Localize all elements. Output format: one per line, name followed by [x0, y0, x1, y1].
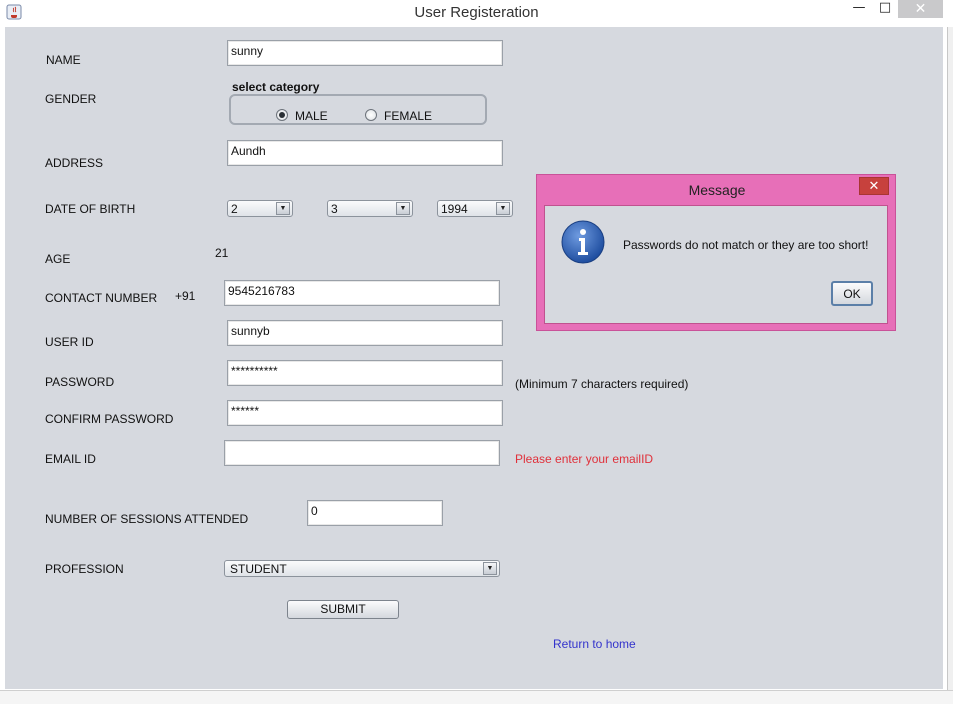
dob-day-select[interactable]: 2 ▼ [227, 200, 293, 217]
sessions-label: NUMBER OF SESSIONS ATTENDED [45, 512, 249, 526]
dialog-title: Message [688, 182, 746, 198]
profession-label: PROFESSION [45, 562, 124, 576]
chevron-down-icon: ▼ [496, 202, 510, 215]
female-label[interactable]: FEMALE [384, 109, 432, 123]
male-radio[interactable] [276, 109, 288, 121]
age-label: AGE [45, 252, 71, 266]
ok-button[interactable]: OK [831, 281, 873, 306]
bottom-window-edge [0, 690, 953, 704]
name-label: NAME [46, 53, 81, 67]
chevron-down-icon: ▼ [276, 202, 290, 215]
dialog-body: Passwords do not match or they are too s… [544, 205, 888, 324]
profession-value: STUDENT [230, 562, 287, 576]
password-hint: (Minimum 7 characters required) [515, 377, 689, 391]
contact-label: CONTACT NUMBER [45, 291, 158, 305]
dob-month-value: 3 [331, 202, 338, 216]
information-icon [561, 220, 605, 264]
name-input[interactable]: sunny [227, 40, 503, 66]
gender-group [229, 94, 487, 125]
email-error: Please enter your emailID [515, 452, 654, 466]
background-window-edge [947, 27, 953, 697]
dob-month-select[interactable]: 3 ▼ [327, 200, 413, 217]
age-value: 21 [215, 246, 229, 260]
dob-label: DATE OF BIRTH [45, 202, 136, 216]
dob-year-value: 1994 [441, 202, 468, 216]
message-dialog: Message ✕ Passwords do not match or they… [536, 174, 896, 331]
gender-label: GENDER [45, 92, 97, 106]
contact-input[interactable]: 9545216783 [224, 280, 500, 306]
male-label[interactable]: MALE [295, 109, 328, 123]
email-label: EMAIL ID [45, 452, 96, 466]
female-radio[interactable] [365, 109, 377, 121]
profession-select[interactable]: STUDENT ▼ [224, 560, 500, 577]
confirm-password-label: CONFIRM PASSWORD [45, 412, 174, 426]
submit-button[interactable]: SUBMIT [287, 600, 399, 619]
chevron-down-icon: ▼ [483, 562, 497, 575]
dialog-close-button[interactable]: ✕ [859, 177, 889, 195]
category-title: select category [232, 80, 320, 94]
email-input[interactable] [224, 440, 500, 466]
close-window-button[interactable]: ✕ [898, 0, 943, 18]
minimize-button[interactable]: — [848, 0, 870, 20]
window-title: User Registeration [414, 4, 539, 21]
password-label: PASSWORD [45, 375, 115, 389]
address-input[interactable]: Aundh [227, 140, 503, 166]
dialog-message: Passwords do not match or they are too s… [623, 238, 869, 252]
maximize-button[interactable]: □ [874, 0, 896, 20]
country-code: +91 [175, 289, 196, 303]
address-label: ADDRESS [45, 156, 104, 170]
confirm-password-input[interactable]: ****** [227, 400, 503, 426]
return-home-link[interactable]: Return to home [553, 637, 636, 651]
form-panel [5, 27, 943, 689]
userid-label: USER ID [45, 335, 94, 349]
userid-input[interactable]: sunnyb [227, 320, 503, 346]
dob-day-value: 2 [231, 202, 238, 216]
dob-year-select[interactable]: 1994 ▼ [437, 200, 513, 217]
chevron-down-icon: ▼ [396, 202, 410, 215]
sessions-input[interactable]: 0 [307, 500, 443, 526]
password-input[interactable]: ********** [227, 360, 503, 386]
